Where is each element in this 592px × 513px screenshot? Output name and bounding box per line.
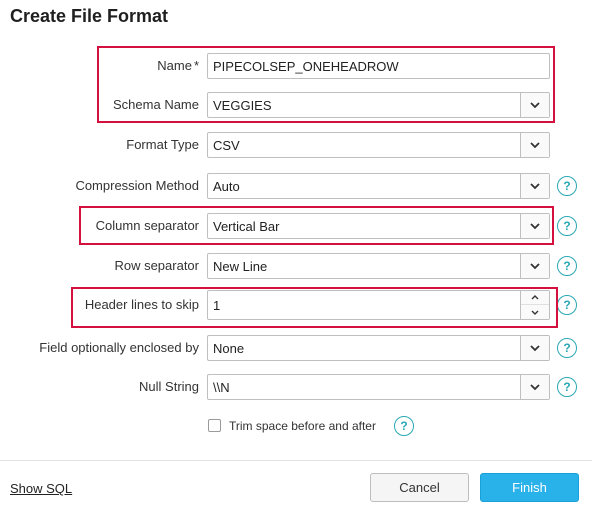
field-enclosed-value: None [213, 341, 245, 356]
cancel-button[interactable]: Cancel [370, 473, 469, 502]
help-icon[interactable]: ? [557, 338, 577, 358]
format-type-label: Format Type [126, 137, 199, 152]
help-icon[interactable]: ? [557, 216, 577, 236]
header-lines-stepper[interactable]: 1 [207, 290, 550, 320]
schema-name-value: VEGGIES [213, 98, 272, 113]
trim-space-label[interactable]: Trim space before and after [229, 419, 376, 433]
field-enclosed-label: Field optionally enclosed by [39, 340, 199, 355]
chevron-down-icon[interactable] [520, 93, 549, 117]
null-string-select[interactable]: \\N [207, 374, 550, 400]
chevron-down-icon[interactable] [521, 305, 549, 319]
row-separator-select[interactable]: New Line [207, 253, 550, 279]
null-string-label: Null String [139, 379, 199, 394]
format-type-select[interactable]: CSV [207, 132, 550, 158]
compression-method-value: Auto [213, 179, 240, 194]
schema-name-label: Schema Name [113, 97, 199, 112]
schema-name-select[interactable]: VEGGIES [207, 92, 550, 118]
compression-method-label: Compression Method [75, 178, 199, 193]
header-lines-label: Header lines to skip [84, 297, 199, 312]
chevron-down-icon[interactable] [520, 133, 549, 157]
help-icon[interactable]: ? [557, 295, 577, 315]
chevron-down-icon[interactable] [520, 375, 549, 399]
chevron-down-icon[interactable] [520, 254, 549, 278]
chevron-down-icon[interactable] [520, 336, 549, 360]
field-enclosed-select[interactable]: None [207, 335, 550, 361]
stepper-buttons [520, 291, 549, 319]
chevron-down-icon[interactable] [520, 174, 549, 198]
row-separator-row: Row separator New Line ? [0, 251, 592, 281]
trim-space-checkbox[interactable] [208, 419, 221, 432]
compression-method-select[interactable]: Auto [207, 173, 550, 199]
schema-name-row: Schema Name VEGGIES [0, 90, 592, 120]
format-type-row: Format Type CSV [0, 130, 592, 160]
help-icon[interactable]: ? [394, 416, 414, 436]
header-lines-row: Header lines to skip 1 ? [0, 290, 592, 320]
help-icon[interactable]: ? [557, 256, 577, 276]
column-separator-value: Vertical Bar [213, 219, 280, 234]
field-enclosed-row: Field optionally enclosed by None ? [0, 333, 592, 363]
help-icon[interactable]: ? [557, 377, 577, 397]
name-label: Name * [157, 58, 199, 73]
name-input-value: PIPECOLSEP_ONEHEADROW [213, 59, 399, 74]
chevron-up-icon[interactable] [521, 291, 549, 305]
finish-button[interactable]: Finish [480, 473, 579, 502]
header-lines-value: 1 [213, 298, 221, 313]
show-sql-link[interactable]: Show SQL [10, 481, 72, 496]
format-type-value: CSV [213, 138, 240, 153]
name-input[interactable]: PIPECOLSEP_ONEHEADROW [207, 53, 550, 79]
help-icon[interactable]: ? [557, 176, 577, 196]
name-row: Name * PIPECOLSEP_ONEHEADROW [0, 51, 592, 81]
footer-divider [0, 460, 592, 461]
null-string-row: Null String \\N ? [0, 372, 592, 402]
column-separator-row: Column separator Vertical Bar ? [0, 211, 592, 241]
dialog-title: Create File Format [10, 6, 169, 26]
chevron-down-icon[interactable] [520, 214, 549, 238]
column-separator-label: Column separator [95, 218, 199, 233]
row-separator-value: New Line [213, 259, 268, 274]
compression-method-row: Compression Method Auto ? [0, 171, 592, 201]
null-string-value: \\N [213, 380, 230, 395]
row-separator-label: Row separator [114, 258, 199, 273]
column-separator-select[interactable]: Vertical Bar [207, 213, 550, 239]
